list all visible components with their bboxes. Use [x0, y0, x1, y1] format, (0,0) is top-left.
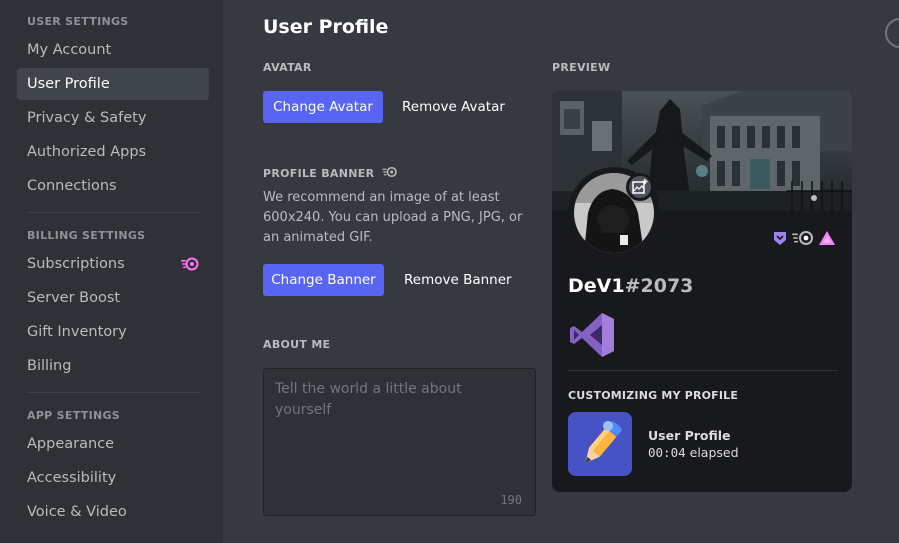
preview-section-label: PREVIEW: [552, 61, 611, 74]
activity-elapsed: 00:04 elapsed: [648, 445, 739, 460]
close-button[interactable]: [885, 18, 899, 48]
sidebar-item-billing[interactable]: Billing: [17, 350, 209, 382]
profile-banner-label-text: PROFILE BANNER: [263, 167, 375, 180]
username-text: DeV1: [568, 275, 625, 297]
sidebar-item-subscriptions[interactable]: Subscriptions: [17, 248, 209, 280]
nitro-icon: [382, 166, 398, 178]
settings-content: User Profile AVATAR Change Avatar Remove…: [223, 0, 899, 543]
sidebar-item-label: Subscriptions: [27, 256, 125, 272]
sidebar-item-server-boost[interactable]: Server Boost: [17, 282, 209, 314]
add-image-icon: [632, 179, 648, 194]
section-title-billing-settings: BILLING SETTINGS: [27, 229, 146, 242]
sidebar-item-connections[interactable]: Connections: [17, 170, 209, 202]
sidebar-item-authorized-apps[interactable]: Authorized Apps: [17, 136, 209, 168]
sidebar-divider: [27, 212, 201, 213]
sidebar-item-user-profile[interactable]: User Profile: [17, 68, 209, 100]
profile-banner-section-label: PROFILE BANNER: [263, 166, 398, 180]
sidebar-item-privacy-safety[interactable]: Privacy & Safety: [17, 102, 209, 134]
section-title-user-settings: USER SETTINGS: [27, 15, 129, 28]
activity-heading: CUSTOMIZING MY PROFILE: [568, 389, 739, 402]
hypesquad-balance-icon[interactable]: [772, 230, 788, 246]
sidebar-item-gift-inventory[interactable]: Gift Inventory: [17, 316, 209, 348]
profile-preview-card: DeV1#2073 CUSTOMIZING MY PROFILE User Pr…: [552, 91, 852, 492]
avatar-section-label: AVATAR: [263, 61, 312, 74]
preview-username: DeV1#2073: [568, 275, 693, 297]
about-me-section-label: ABOUT ME: [263, 338, 331, 351]
profile-banner-description: We recommend an image of at least 600x24…: [263, 190, 523, 245]
nitro-icon[interactable]: [792, 230, 814, 246]
sidebar-item-appearance[interactable]: Appearance: [17, 428, 209, 460]
sidebar-divider: [27, 392, 201, 393]
edit-avatar-button[interactable]: [626, 173, 654, 201]
discriminator-text: #2073: [624, 275, 694, 297]
card-divider: [568, 370, 838, 371]
about-me-textarea[interactable]: Tell the world a little about yourself 1…: [263, 368, 536, 516]
sidebar-item-my-account[interactable]: My Account: [17, 34, 209, 66]
sidebar-item-voice-video[interactable]: Voice & Video: [17, 496, 209, 528]
char-count: 190: [500, 493, 522, 507]
activity-name: User Profile: [648, 428, 731, 443]
settings-sidebar: USER SETTINGS My Account User Profile Pr…: [0, 0, 223, 543]
about-me-placeholder: Tell the world a little about yourself: [275, 381, 462, 418]
elapsed-time: 00:04: [648, 445, 686, 460]
visual-studio-icon: [570, 313, 614, 357]
remove-avatar-button[interactable]: Remove Avatar: [402, 91, 505, 123]
elapsed-label: elapsed: [689, 445, 739, 460]
section-title-app-settings: APP SETTINGS: [27, 409, 121, 422]
early-supporter-icon[interactable]: [818, 230, 836, 246]
nitro-icon: [181, 257, 199, 271]
sidebar-item-accessibility[interactable]: Accessibility: [17, 462, 209, 494]
profile-badges: [772, 229, 836, 247]
change-avatar-button[interactable]: Change Avatar: [263, 91, 383, 123]
change-banner-button[interactable]: Change Banner: [263, 264, 384, 296]
page-title: User Profile: [263, 16, 389, 38]
activity-pencil-icon: [568, 412, 632, 476]
remove-banner-button[interactable]: Remove Banner: [404, 264, 512, 296]
